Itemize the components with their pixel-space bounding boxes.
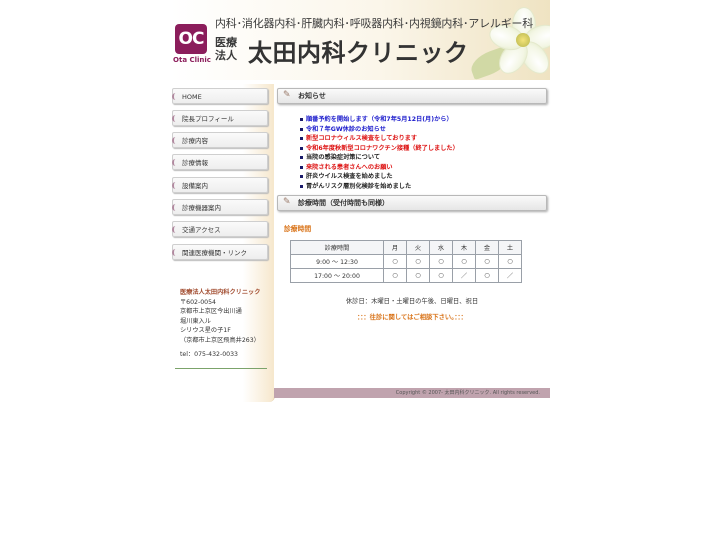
clinic-logo[interactable]: OC <box>175 24 207 54</box>
news-item[interactable]: 令和７年GW休診のお知らせ <box>300 125 459 135</box>
page-wrapper: OC Ota Clinic 内科･消化器内科･肝臓内科･呼吸器内科･内視鏡内科･… <box>170 0 550 402</box>
bullet-icon <box>172 115 179 122</box>
bullet-icon <box>172 159 179 166</box>
news-item[interactable]: 新型コロナウィルス検査をしております <box>300 134 459 144</box>
hours-heading: ✎ 診療時間（受付時間も同様） <box>277 195 547 211</box>
bullet-icon <box>172 204 179 211</box>
news-item[interactable]: 胃がんリスク層別化検診を始めました <box>300 182 459 192</box>
nav-facilities[interactable]: 設備案内 <box>172 177 268 193</box>
hours-subtitle: 診療時間 <box>284 225 312 233</box>
news-item[interactable]: 当院の感染症対策について <box>300 153 459 163</box>
hours-table: 診療時間 月 火 水 木 金 土 9:00 〜 12:30 ○ ○ ○ ○ ○ … <box>290 240 522 283</box>
house-call-note: ：：：往診に関してはご相談下さい。：：： <box>357 314 467 321</box>
clinic-name: 太田内科クリニック <box>248 39 469 67</box>
phone-number: tel：075-432-0033 <box>180 351 238 358</box>
nav-services[interactable]: 診療内容 <box>172 132 268 148</box>
main-content: ✎ お知らせ 順番予約を開始します（令和7年5月12日(月)から） 令和７年GW… <box>274 84 550 398</box>
sidebar: HOME 院長プロフィール 診療内容 診療情報 設備案内 診療機器案内 交通アク… <box>170 84 275 402</box>
bullet-icon <box>172 182 179 189</box>
nav-home[interactable]: HOME <box>172 88 268 104</box>
nav-links[interactable]: 関連医療機関・リンク <box>172 244 268 260</box>
nav-info[interactable]: 診療情報 <box>172 154 268 170</box>
clinic-address: 医療法人太田内科クリニック 〒602-0054 京都市上京区今出川通 堀川東入ル… <box>180 289 261 358</box>
specialties-text: 内科･消化器内科･肝臓内科･呼吸器内科･内視鏡内科･アレルギー科 <box>215 17 534 30</box>
news-item[interactable]: 肝炎ウイルス検査を始めました <box>300 172 459 182</box>
news-item[interactable]: 来院される患者さんへのお願い <box>300 163 459 173</box>
news-heading: ✎ お知らせ <box>277 88 547 104</box>
table-header-row: 診療時間 月 火 水 木 金 土 <box>290 240 522 255</box>
nav-equipment[interactable]: 診療機器案内 <box>172 199 268 215</box>
nav-profile[interactable]: 院長プロフィール <box>172 110 268 126</box>
site-header: OC Ota Clinic 内科･消化器内科･肝臓内科･呼吸器内科･内視鏡内科･… <box>170 0 550 80</box>
news-item[interactable]: 順番予約を開始します（令和7年5月12日(月)から） <box>300 115 459 125</box>
bullet-icon <box>172 93 179 100</box>
nav-access[interactable]: 交通アクセス <box>172 221 268 237</box>
corporation-label: 医療法人 <box>215 36 237 62</box>
pen-icon: ✎ <box>283 197 291 207</box>
closed-days-note: 休診日：木曜日・土曜日の午後、日曜日、祝日 <box>345 298 479 305</box>
table-row: 17:00 〜 20:00 ○ ○ ○ ／ ○ ／ <box>290 268 522 283</box>
footer-copyright: Copyright © 2007- 太田内科クリニック. All rights … <box>274 388 550 398</box>
bullet-icon <box>172 249 179 256</box>
divider <box>175 368 267 369</box>
news-list: 順番予約を開始します（令和7年5月12日(月)から） 令和７年GW休診のお知らせ… <box>300 115 459 191</box>
bullet-icon <box>172 137 179 144</box>
pen-icon: ✎ <box>283 90 291 100</box>
logo-subtitle: Ota Clinic <box>173 56 211 64</box>
news-item[interactable]: 令和6年度秋新型コロナワクチン接種（終了しました） <box>300 144 459 154</box>
bullet-icon <box>172 226 179 233</box>
table-row: 9:00 〜 12:30 ○ ○ ○ ○ ○ ○ <box>290 254 522 269</box>
